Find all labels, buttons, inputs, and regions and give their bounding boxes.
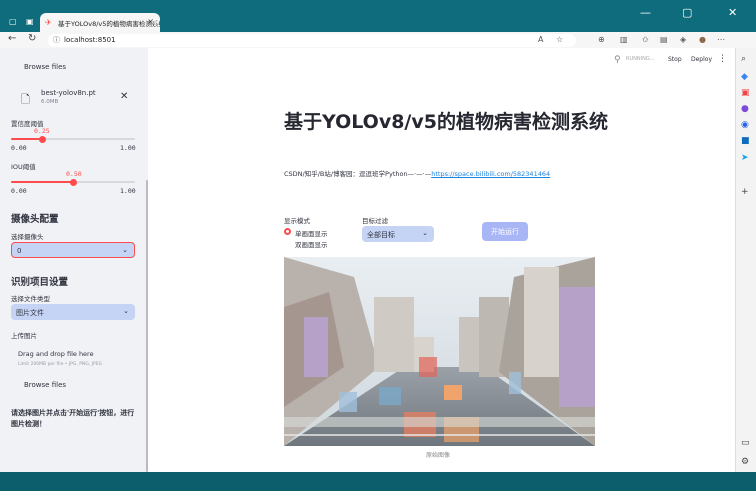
tag-icon[interactable]: ◆	[741, 72, 748, 82]
target-filter-select[interactable]: 全部目标 ⌄	[362, 226, 434, 242]
conf-slider-value: 0.25	[34, 127, 50, 135]
iou-slider-label: IOU阈值	[11, 163, 36, 171]
camera-select-value: 0	[17, 247, 22, 255]
screen-icon[interactable]: ▭	[741, 438, 750, 448]
target-filter-label: 目标过滤	[362, 217, 388, 225]
file-type-select[interactable]: 图片文件 ⌄	[11, 304, 135, 320]
file-type-label: 选择文件类型	[11, 295, 50, 303]
address-bar-row: ← ↻ ⓘ localhost:8501 A ☆ ⊕ ▥ ✩ ▤ ◈ ● ⋯	[0, 32, 756, 48]
iou-slider-fill	[11, 181, 73, 183]
close-window-icon[interactable]: ✕	[728, 6, 737, 19]
run-button[interactable]: 开始运行	[482, 222, 528, 241]
dropzone-limit: Limit 200MB per file • JPG, PNG, JPEG	[18, 362, 103, 367]
running-icon: ⚲	[614, 55, 621, 65]
send-icon[interactable]: ➤	[741, 153, 749, 163]
iou-slider[interactable]	[11, 178, 135, 186]
edge-sidebar: ⌕ ◆ ▣ ● ◉ ■ ➤ + ▭ ⚙	[735, 48, 756, 472]
conf-slider-max: 1.00	[120, 144, 136, 152]
original-image	[284, 257, 595, 446]
favorite-star-icon[interactable]: ☆	[556, 35, 563, 44]
image-caption: 原始图像	[426, 452, 451, 459]
radio-single[interactable]	[284, 228, 291, 235]
split-screen-icon[interactable]: ▥	[620, 35, 628, 44]
site-info-icon[interactable]: ⓘ	[53, 35, 60, 45]
street-scene	[284, 257, 595, 446]
sidebar-scrollbar[interactable]	[146, 180, 148, 472]
conf-slider-fill	[11, 138, 42, 140]
url-text: localhost:8501	[64, 36, 116, 44]
chevron-down-icon: ⌄	[122, 246, 128, 254]
collections-icon[interactable]: ▤	[660, 35, 668, 44]
display-mode-label: 显示模式	[284, 217, 310, 225]
credit-prefix: CSDN/知乎/B站/博客园：逗逗班学Python—·—·—	[284, 170, 432, 178]
settings-more-icon[interactable]: ⋯	[717, 35, 725, 44]
favorites-icon[interactable]: ✩	[642, 35, 649, 44]
streamlit-app: Browse files 🗋 best-yolov8n.pt 6.0MB ✕ 置…	[0, 48, 735, 472]
conf-slider-thumb[interactable]	[38, 135, 46, 143]
deploy-button[interactable]: Deploy	[691, 56, 712, 63]
cursor-hand-icon: ☝	[35, 282, 40, 290]
model-browse-button[interactable]: Browse files	[24, 63, 66, 71]
dropzone-text: Drag and drop file here	[18, 350, 94, 358]
image-upload-label: 上传图片	[11, 332, 37, 340]
target-filter-value: 全部目标	[367, 231, 395, 239]
people-icon[interactable]: ●	[741, 104, 749, 114]
radio-double-label: 双画面显示	[295, 241, 328, 249]
minimize-icon[interactable]: —	[640, 6, 651, 19]
tab-title: 基于YOLOv8/v5的植物病害检测系统	[58, 20, 160, 28]
sidebar: Browse files 🗋 best-yolov8n.pt 6.0MB ✕ 置…	[0, 48, 148, 472]
uploaded-file-name: best-yolov8n.pt	[41, 89, 96, 97]
main-menu-icon[interactable]: ⋮	[718, 54, 727, 64]
extensions-icon[interactable]: ⊕	[598, 35, 605, 44]
maximize-icon[interactable]: ▢	[682, 6, 692, 19]
url-field[interactable]: ⓘ localhost:8501	[48, 34, 576, 47]
briefcase-icon[interactable]: ▣	[741, 88, 750, 98]
office-icon[interactable]: ◉	[741, 120, 749, 130]
chevron-down-icon: ⌄	[123, 307, 129, 315]
running-status: RUNNING...	[626, 56, 655, 62]
profile-icon[interactable]: ▢	[9, 17, 17, 26]
conf-slider[interactable]	[11, 135, 135, 143]
add-icon[interactable]: +	[741, 187, 749, 197]
camera-section-title: 摄像头配置	[11, 214, 59, 225]
streamlit-favicon-icon: ✈	[45, 18, 52, 27]
sidebar-hint: 请选择图片并点击'开始运行'按钮，进行图片检测！	[11, 409, 135, 428]
search-icon[interactable]: ⌕	[741, 54, 746, 64]
image-browse-button[interactable]: Browse files	[24, 381, 66, 389]
stop-button[interactable]: Stop	[668, 56, 682, 63]
remove-file-icon[interactable]: ✕	[120, 91, 128, 102]
image-dropzone[interactable]: Drag and drop file here Limit 200MB per …	[11, 342, 135, 374]
credit-line: CSDN/知乎/B站/博客园：逗逗班学Python—·—·—https://sp…	[284, 168, 550, 178]
browser-titlebar: ▢ ▣ ✈ 基于YOLOv8/v5的植物病害检测系统 × + — ▢ ✕	[0, 0, 756, 32]
credit-link[interactable]: https://space.bilibili.com/582341464	[431, 170, 550, 178]
new-tab-icon[interactable]: +	[150, 15, 160, 29]
refresh-icon[interactable]: ↻	[28, 33, 36, 44]
radio-single-label: 单画面显示	[295, 230, 328, 238]
radio-double[interactable]	[284, 239, 291, 246]
file-icon: 🗋	[21, 93, 30, 106]
iou-slider-max: 1.00	[120, 187, 136, 195]
page-title: 基于YOLOv8/v5的植物病害检测系统	[284, 111, 608, 133]
chevron-down-icon: ⌄	[422, 229, 428, 237]
iou-slider-value: 0.50	[66, 170, 82, 178]
iou-slider-thumb[interactable]	[69, 178, 77, 186]
conf-slider-min: 0.00	[11, 144, 27, 152]
iou-slider-min: 0.00	[11, 187, 27, 195]
outlook-icon[interactable]: ■	[741, 136, 750, 146]
tab-actions-icon[interactable]: ▣	[26, 17, 34, 26]
taskbar	[0, 472, 756, 491]
file-type-select-value: 图片文件	[16, 309, 44, 317]
shield-icon[interactable]: ◈	[680, 35, 686, 44]
avatar[interactable]: ●	[699, 35, 706, 44]
gear-icon[interactable]: ⚙	[741, 457, 749, 467]
browser-window: ▢ ▣ ✈ 基于YOLOv8/v5的植物病害检测系统 × + — ▢ ✕ ← ↻…	[0, 0, 756, 491]
read-aloud-icon[interactable]: A	[538, 35, 543, 44]
browser-tab[interactable]: ✈ 基于YOLOv8/v5的植物病害检测系统 ×	[40, 13, 160, 32]
back-icon[interactable]: ←	[8, 33, 16, 44]
camera-select[interactable]: 0 ⌄	[11, 242, 135, 258]
project-section-title: 识别项目设置	[11, 277, 69, 288]
uploaded-file-size: 6.0MB	[41, 99, 59, 105]
camera-select-label: 选择摄像头	[11, 233, 44, 241]
